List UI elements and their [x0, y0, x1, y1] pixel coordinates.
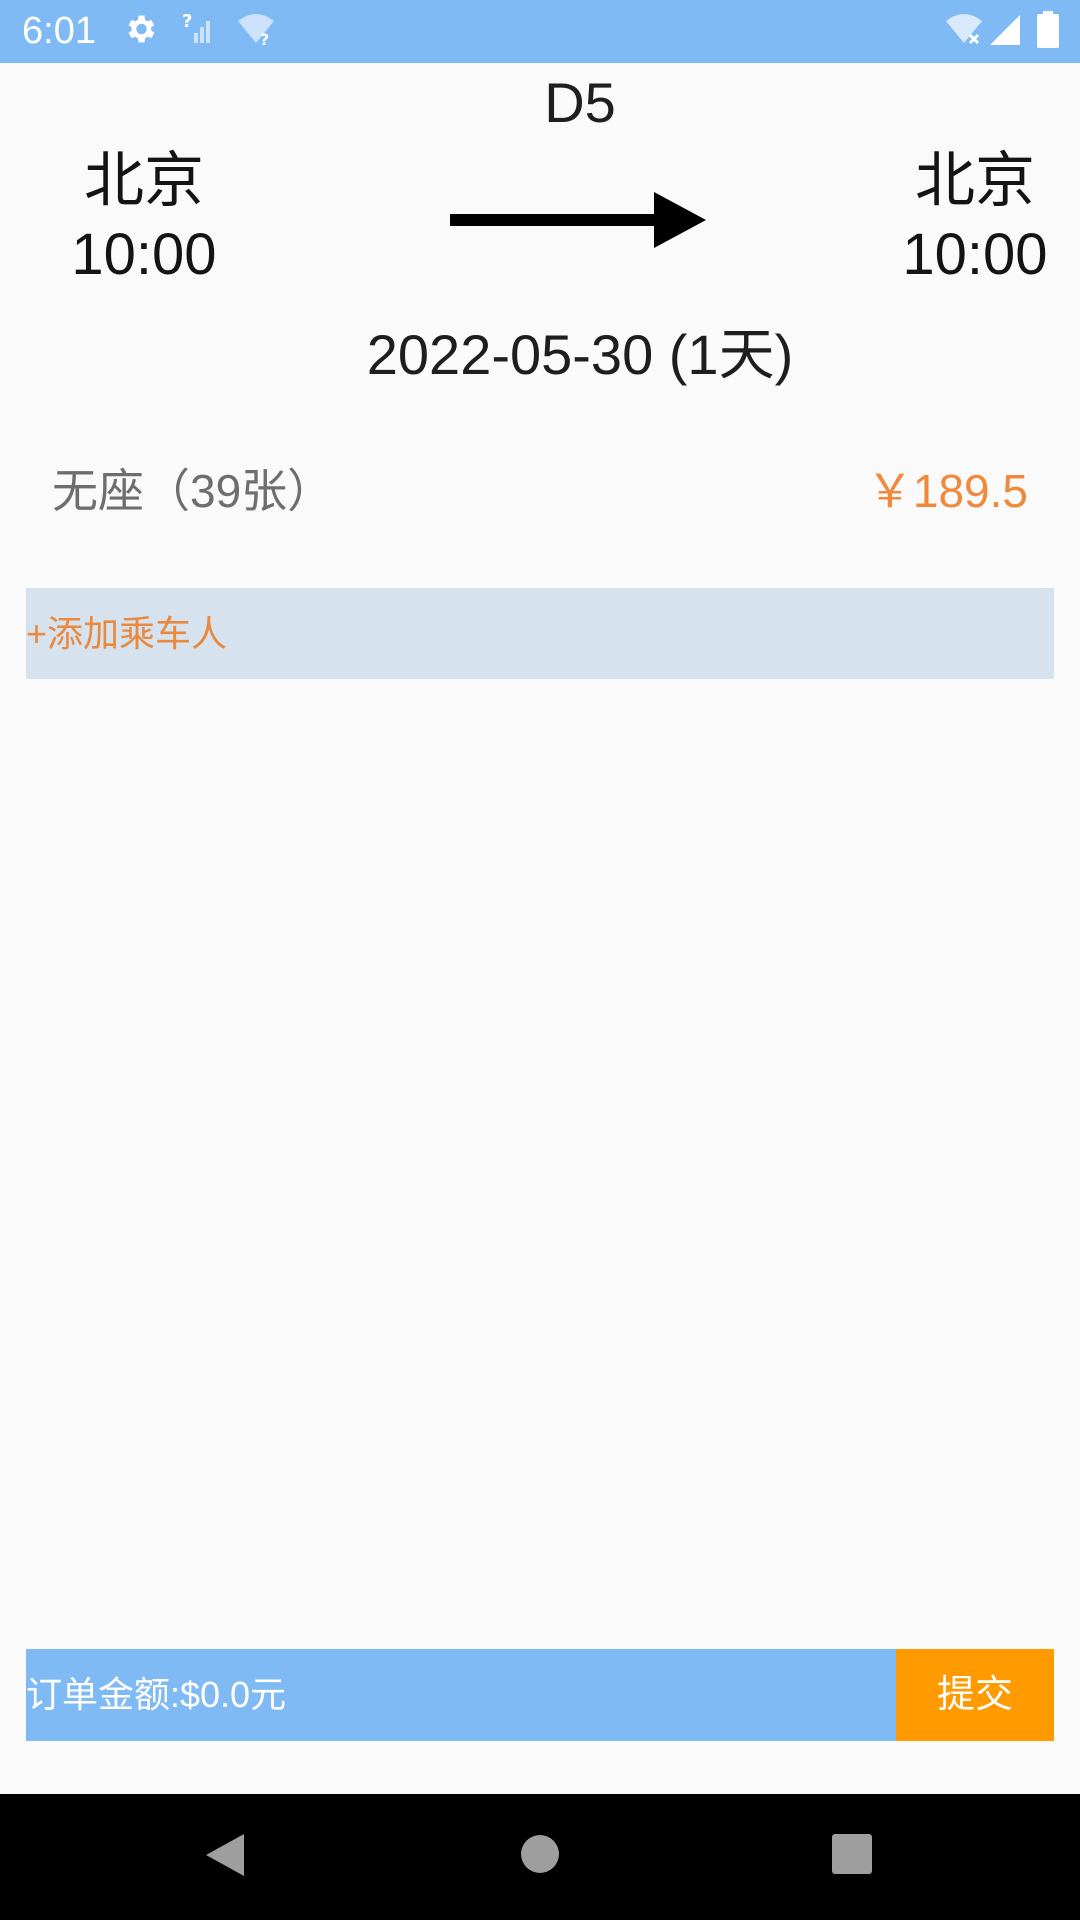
add-passenger-button[interactable]: +添加乘车人	[26, 588, 1054, 679]
home-icon[interactable]	[519, 1833, 561, 1875]
gear-icon	[128, 15, 155, 43]
seat-price: ￥189.5	[866, 465, 1028, 517]
status-bar: 6:01 ? ?	[0, 0, 1080, 63]
arrival-station: 北京 10:00	[865, 144, 1080, 292]
wifi-unknown-icon: ?	[238, 14, 274, 47]
recents-icon[interactable]	[832, 1834, 872, 1874]
svg-text:?: ?	[182, 11, 192, 32]
cell-signal-icon	[990, 15, 1020, 45]
right-arrow-icon	[450, 192, 706, 248]
wifi-off-icon	[946, 14, 982, 45]
train-number: D5	[544, 71, 616, 134]
navigation-bar	[0, 1794, 1080, 1920]
order-amount: 订单金额:$0.0元	[26, 1649, 896, 1741]
travel-date: 2022-05-30 (1天)	[366, 323, 794, 386]
departure-time: 10:00	[71, 222, 217, 287]
no-signal-icon: ?	[182, 11, 210, 43]
arrival-city: 北京	[915, 147, 1035, 214]
seat-type: 无座（39张）	[52, 465, 334, 517]
departure-station: 北京 10:00	[34, 144, 254, 292]
status-time: 6:01	[22, 10, 96, 52]
battery-icon	[1037, 11, 1059, 48]
back-icon[interactable]	[204, 1832, 246, 1878]
arrival-time: 10:00	[902, 222, 1048, 287]
svg-text:?: ?	[260, 30, 269, 47]
submit-button[interactable]: 提交	[896, 1649, 1054, 1741]
departure-city: 北京	[84, 147, 204, 214]
